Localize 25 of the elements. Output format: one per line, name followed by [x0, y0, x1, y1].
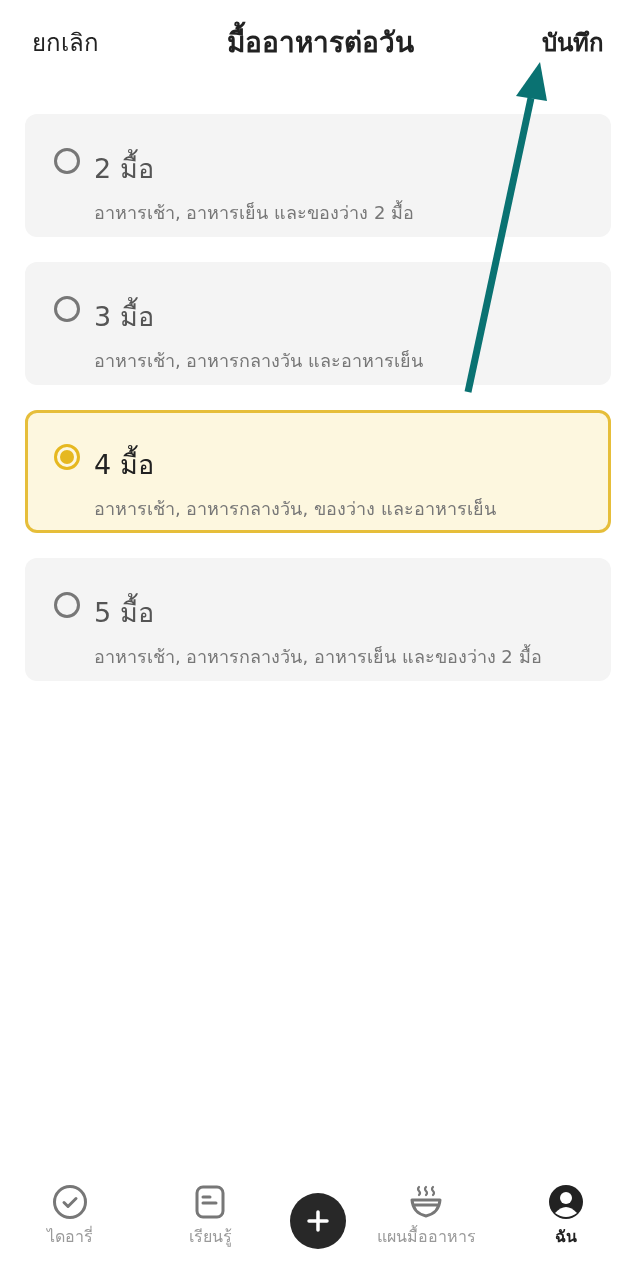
- meal-option-card[interactable]: 4 มื้อ อาหารเช้า, อาหารกลางวัน, ของว่าง และอาหารเย็น: [25, 410, 611, 533]
- plus-icon: [307, 1210, 329, 1232]
- user-icon: [548, 1184, 584, 1220]
- option-description: อาหารเช้า, อาหารเย็น และของว่าง 2 มื้อ: [94, 199, 415, 225]
- meal-option-card[interactable]: 5 มื้อ อาหารเช้า, อาหารกลางวัน, อาหารเย็น และของว่าง 2 มื้อ: [25, 558, 611, 681]
- bowl-icon: [408, 1184, 444, 1220]
- meal-option-card[interactable]: 3 มื้อ อาหารเช้า, อาหารกลางวัน และอาหารเย็น: [25, 262, 611, 385]
- add-button[interactable]: [290, 1193, 346, 1249]
- save-button[interactable]: บันทึก: [542, 22, 604, 62]
- option-description: อาหารเช้า, อาหารกลางวัน และอาหารเย็น: [94, 349, 424, 373]
- page-title: มื้ออาหารต่อวัน: [227, 20, 414, 64]
- radio-button[interactable]: [54, 444, 80, 470]
- option-label: 2 มื้อ: [94, 147, 415, 190]
- option-label: 3 มื้อ: [94, 295, 424, 338]
- radio-button[interactable]: [54, 592, 80, 618]
- option-label: 4 มื้อ: [94, 443, 496, 486]
- cancel-button[interactable]: ยกเลิก: [32, 22, 99, 62]
- option-description: อาหารเช้า, อาหารกลางวัน, ของว่าง และอาหารเย็น: [94, 497, 496, 521]
- radio-button[interactable]: [54, 296, 80, 322]
- check-circle-icon: [52, 1184, 88, 1220]
- option-label: 5 มื้อ: [94, 591, 542, 634]
- nav-tab[interactable]: ฉัน: [506, 1184, 626, 1249]
- option-description: อาหารเช้า, อาหารกลางวัน, อาหารเย็น และของว่าง 2 มื้อ: [94, 643, 542, 669]
- radio-button[interactable]: [54, 148, 80, 174]
- meal-option-card[interactable]: 2 มื้อ อาหารเช้า, อาหารเย็น และของว่าง 2 มื้อ: [25, 114, 611, 237]
